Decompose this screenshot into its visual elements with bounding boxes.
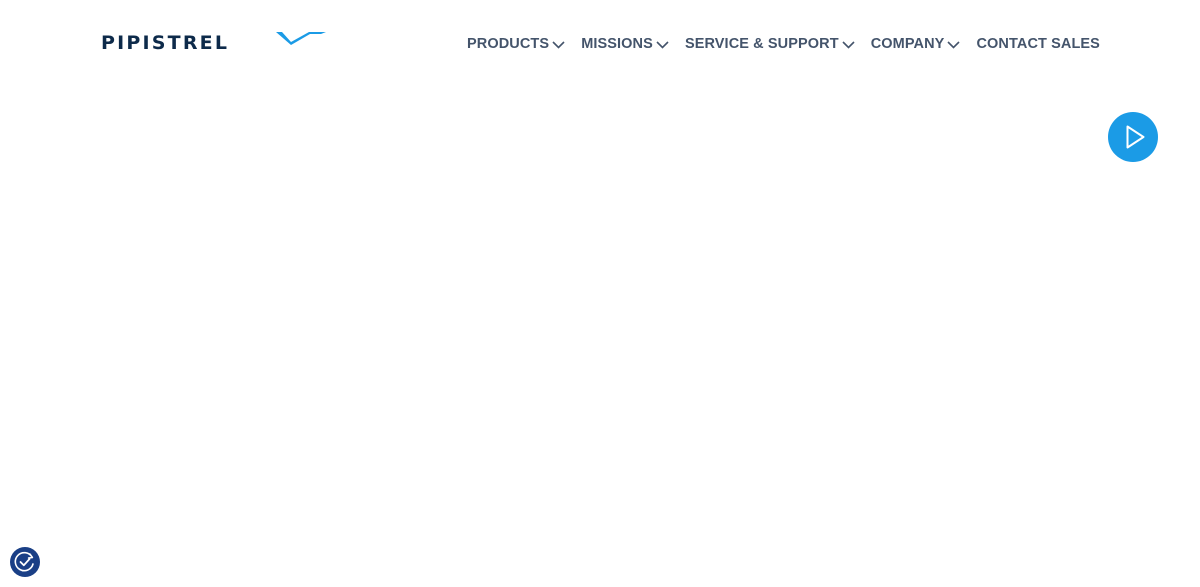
main-navigation: PRODUCTS MISSIONS SERVICE & SUPPORT COMP…: [467, 33, 1100, 55]
chevron-down-icon: [552, 40, 565, 49]
swallow-wing-icon: [276, 32, 326, 45]
nav-item-products[interactable]: PRODUCTS: [467, 36, 565, 52]
chevron-down-icon: [947, 40, 961, 49]
nav-item-label: PRODUCTS: [467, 36, 550, 52]
page: PIPISTREL PRODUCTS MISSIONS SERVICE & SU…: [0, 0, 1200, 587]
nav-item-label: SERVICE & SUPPORT: [684, 36, 839, 52]
play-icon: [1126, 125, 1145, 149]
chevron-down-icon: [656, 40, 669, 49]
cookie-consent-button[interactable]: [10, 547, 40, 577]
nav-item-contact-sales[interactable]: CONTACT SALES: [976, 36, 1099, 52]
video-play-button[interactable]: [1108, 112, 1158, 162]
nav-item-label: MISSIONS: [581, 36, 653, 52]
chevron-down-icon: [842, 40, 855, 49]
pipistrel-logo[interactable]: PIPISTREL: [100, 28, 326, 54]
nav-item-label: CONTACT SALES: [976, 36, 1100, 52]
nav-item-label: COMPANY: [870, 36, 945, 52]
cookie-consent-icon: [14, 551, 34, 572]
nav-item-missions[interactable]: MISSIONS: [581, 36, 669, 52]
nav-item-service-support[interactable]: SERVICE & SUPPORT: [685, 36, 855, 52]
logo-text: PIPISTREL: [101, 32, 229, 54]
nav-item-company[interactable]: COMPANY: [871, 36, 961, 52]
